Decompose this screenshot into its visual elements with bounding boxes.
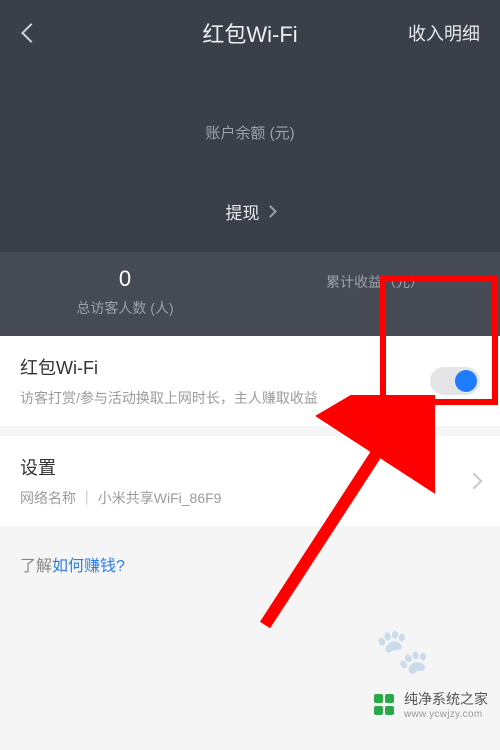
hongbao-wifi-row: 红包Wi-Fi 访客打赏/参与活动换取上网时长，主人赚取收益 xyxy=(0,336,500,426)
stat-earnings: 累计收益（元） xyxy=(250,266,500,318)
network-name: 小米共享WiFi_86F9 xyxy=(98,490,222,506)
earnings-label: 累计收益（元） xyxy=(250,272,500,292)
balance-area: 账户余额 (元) xyxy=(0,62,500,173)
withdraw-button[interactable]: 提现 xyxy=(0,173,500,252)
visitors-label: 总访客人数 (人) xyxy=(0,298,250,318)
settings-row[interactable]: 设置 网络名称 ｜ 小米共享WiFi_86F9 xyxy=(0,436,500,526)
how-to-earn-link[interactable]: 如何赚钱? xyxy=(52,558,125,575)
hongbao-text: 红包Wi-Fi 访客打赏/参与活动换取上网时长，主人赚取收益 xyxy=(20,354,318,408)
balance-label: 账户余额 (元) xyxy=(0,122,500,143)
toggle-knob-icon xyxy=(455,370,477,392)
paw-watermark-icon: 🐾 xyxy=(375,625,430,677)
navbar: 红包Wi-Fi 收入明细 xyxy=(0,8,500,62)
site-watermark: 纯净系统之家 www.ycwjzy.com xyxy=(374,689,488,720)
divider xyxy=(0,426,500,436)
footer-prefix: 了解 xyxy=(20,558,52,575)
stats-band: 0 总访客人数 (人) 累计收益（元） xyxy=(0,252,500,336)
hongbao-toggle[interactable] xyxy=(430,367,480,395)
visitors-value: 0 xyxy=(0,266,250,292)
back-icon[interactable] xyxy=(21,23,41,43)
watermark-title: 纯净系统之家 xyxy=(404,689,488,709)
settings-text: 设置 网络名称 ｜ 小米共享WiFi_86F9 xyxy=(20,454,221,508)
chevron-right-icon xyxy=(466,473,483,490)
withdraw-label: 提现 xyxy=(226,199,260,224)
settings-subtitle: 网络名称 ｜ 小米共享WiFi_86F9 xyxy=(20,488,221,508)
hongbao-title: 红包Wi-Fi xyxy=(20,354,318,380)
network-prefix: 网络名称 ｜ xyxy=(20,490,98,506)
stat-visitors: 0 总访客人数 (人) xyxy=(0,266,250,318)
watermark-logo-icon xyxy=(374,694,396,716)
settings-title: 设置 xyxy=(20,454,221,480)
chevron-right-icon xyxy=(264,205,277,218)
footer-help: 了解如何赚钱? xyxy=(0,526,500,602)
header-dark-section: 红包Wi-Fi 收入明细 账户余额 (元) 提现 0 总访客人数 (人) 累计收… xyxy=(0,0,500,336)
page-title: 红包Wi-Fi xyxy=(202,17,297,49)
watermark-url: www.ycwjzy.com xyxy=(404,709,488,720)
hongbao-subtitle: 访客打赏/参与活动换取上网时长，主人赚取收益 xyxy=(20,388,318,408)
income-detail-link[interactable]: 收入明细 xyxy=(408,20,480,46)
